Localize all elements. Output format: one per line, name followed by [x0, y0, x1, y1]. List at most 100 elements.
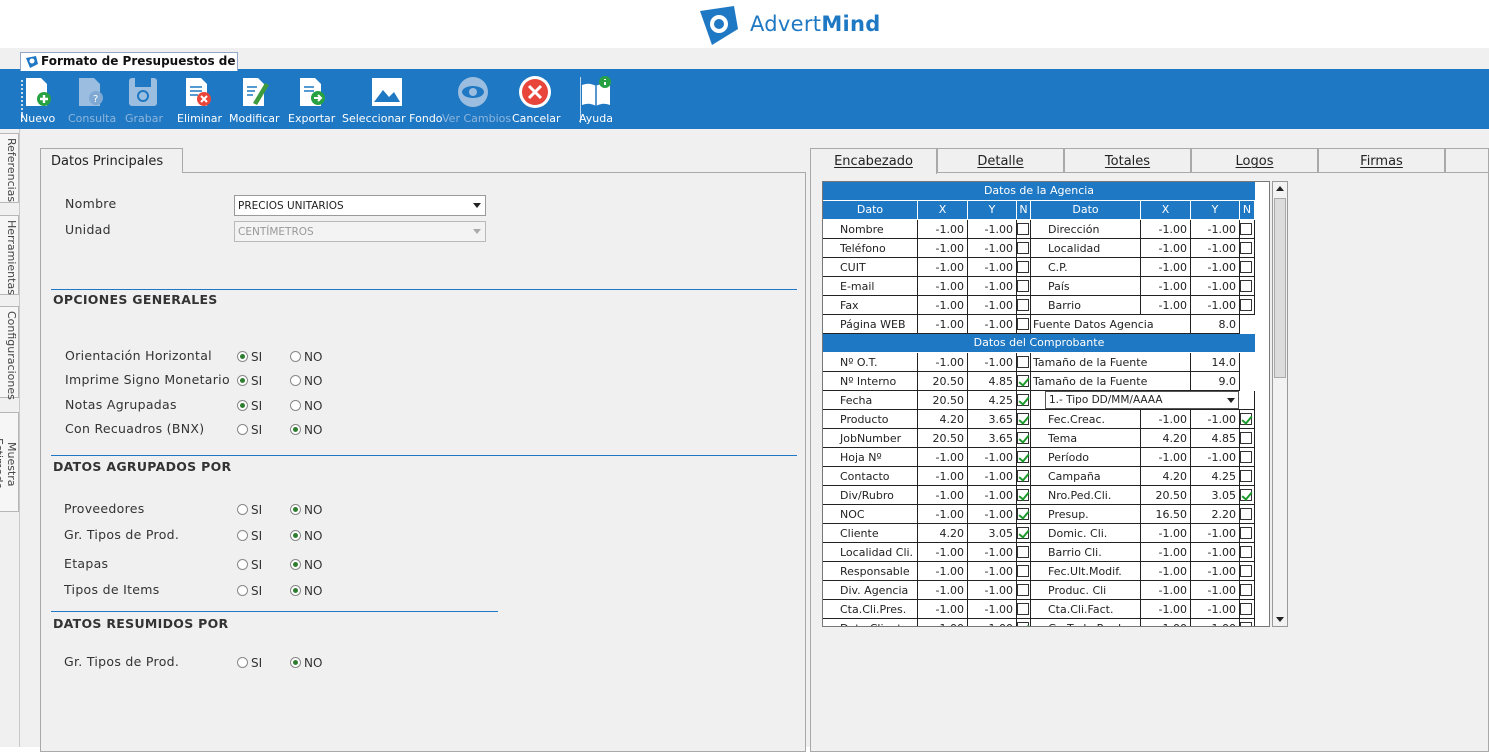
cell-y[interactable]: -1.00 [1191, 448, 1240, 467]
eliminar-button[interactable]: Eliminar [177, 75, 222, 127]
modificar-button[interactable]: Modificar [229, 75, 280, 127]
tab-detalle[interactable]: Detalle [937, 148, 1064, 173]
grid-column-header[interactable]: N [1240, 201, 1255, 219]
cell-x[interactable]: -1.00 [918, 448, 968, 467]
cell-x[interactable]: -1.00 [1141, 448, 1191, 467]
seleccionar-fondo-button[interactable]: Seleccionar Fondo [342, 75, 443, 127]
n-checkbox[interactable] [1017, 242, 1029, 254]
tab-encabezado[interactable]: Encabezado [810, 148, 937, 174]
cell-y[interactable]: 2.20 [1191, 505, 1240, 524]
side-tab-referencias[interactable]: Referencias [0, 133, 19, 203]
radio-no[interactable]: NO [290, 503, 322, 517]
cell-y[interactable]: -1.00 [1191, 220, 1240, 239]
tamano-fuente-value[interactable]: 9.0 [1191, 372, 1240, 391]
cell-y[interactable]: -1.00 [1191, 581, 1240, 600]
grabar-button[interactable]: Grabar [125, 75, 163, 127]
radio-si[interactable]: SI [237, 503, 262, 517]
cell-y[interactable]: 3.05 [968, 524, 1017, 543]
radio-no[interactable]: NO [290, 399, 322, 413]
n-checkbox[interactable] [1017, 413, 1029, 425]
cell-y[interactable]: -1.00 [968, 467, 1017, 486]
cell-y[interactable]: -1.00 [1191, 543, 1240, 562]
n-checkbox[interactable] [1240, 223, 1252, 235]
radio-no[interactable]: NO [290, 529, 322, 543]
cell-x[interactable]: -1.00 [918, 600, 968, 619]
grid-scrollbar[interactable] [1272, 181, 1288, 627]
cell-x[interactable]: -1.00 [1141, 410, 1191, 429]
cell-y[interactable]: 3.65 [968, 410, 1017, 429]
radio-no[interactable]: NO [290, 423, 322, 437]
cell-y[interactable]: -1.00 [1191, 239, 1240, 258]
cell-x[interactable]: -1.00 [918, 239, 968, 258]
cell-x[interactable]: 20.50 [918, 372, 968, 391]
n-checkbox[interactable] [1017, 432, 1029, 444]
grid-column-header[interactable]: N [1017, 201, 1031, 219]
cell-x[interactable]: -1.00 [918, 220, 968, 239]
radio-no[interactable]: NO [290, 656, 322, 670]
cell-y[interactable]: -1.00 [968, 448, 1017, 467]
n-checkbox[interactable] [1240, 565, 1252, 577]
n-checkbox[interactable] [1017, 318, 1029, 330]
cell-y[interactable]: -1.00 [968, 486, 1017, 505]
cell-y[interactable]: -1.00 [1191, 277, 1240, 296]
scroll-thumb[interactable] [1274, 198, 1286, 378]
n-checkbox[interactable] [1017, 546, 1029, 558]
cell-y[interactable]: 4.25 [968, 391, 1017, 410]
radio-si[interactable]: SI [237, 529, 262, 543]
tab-totales[interactable]: Totales [1064, 148, 1191, 173]
scroll-up-icon[interactable] [1276, 186, 1284, 191]
radio-si[interactable]: SI [237, 399, 262, 413]
cell-x[interactable]: -1.00 [1141, 524, 1191, 543]
side-tab-configuraciones[interactable]: Configuraciones [0, 306, 19, 400]
cell-y[interactable]: -1.00 [1191, 296, 1240, 315]
cell-x[interactable]: 16.50 [1141, 505, 1191, 524]
tab-overflow[interactable] [1445, 148, 1489, 173]
fuente-datos-agencia-value[interactable]: 8.0 [1191, 315, 1240, 334]
n-checkbox[interactable] [1017, 489, 1029, 501]
cell-x[interactable]: -1.00 [1141, 619, 1191, 626]
nuevo-button[interactable]: Nuevo [20, 75, 55, 127]
cell-y[interactable]: -1.00 [1191, 524, 1240, 543]
n-checkbox[interactable] [1017, 280, 1029, 292]
tab-logos[interactable]: Logos [1191, 148, 1318, 173]
n-checkbox[interactable] [1017, 527, 1029, 539]
grid-column-header[interactable]: Dato [823, 201, 918, 219]
n-checkbox[interactable] [1240, 489, 1252, 501]
radio-si[interactable]: SI [237, 656, 262, 670]
radio-si[interactable]: SI [237, 584, 262, 598]
cell-x[interactable]: -1.00 [918, 505, 968, 524]
tab-datos-principales[interactable]: Datos Principales [40, 148, 183, 173]
radio-si[interactable]: SI [237, 374, 262, 388]
cell-y[interactable]: -1.00 [968, 315, 1017, 334]
n-checkbox[interactable] [1240, 603, 1252, 615]
cell-x[interactable]: -1.00 [918, 315, 968, 334]
n-checkbox[interactable] [1240, 261, 1252, 273]
cell-x[interactable]: 4.20 [918, 524, 968, 543]
side-tab-muestra-estimado[interactable]: Muestra Estimado [0, 412, 19, 512]
cell-x[interactable]: 20.50 [918, 429, 968, 448]
cell-x[interactable]: 20.50 [1141, 486, 1191, 505]
cell-x[interactable]: -1.00 [1141, 562, 1191, 581]
cell-x[interactable]: -1.00 [918, 486, 968, 505]
cell-y[interactable]: -1.00 [968, 600, 1017, 619]
n-checkbox[interactable] [1017, 261, 1029, 273]
tamano-fuente-value[interactable]: 14.0 [1191, 353, 1240, 372]
n-checkbox[interactable] [1240, 508, 1252, 520]
radio-no[interactable]: NO [290, 584, 322, 598]
n-checkbox[interactable] [1017, 223, 1029, 235]
scroll-down-icon[interactable] [1276, 617, 1284, 622]
cell-y[interactable]: 3.65 [968, 429, 1017, 448]
cell-y[interactable]: 4.85 [968, 372, 1017, 391]
cell-x[interactable]: -1.00 [918, 619, 968, 626]
cell-x[interactable]: -1.00 [1141, 600, 1191, 619]
radio-no[interactable]: NO [290, 350, 322, 364]
cell-x[interactable]: -1.00 [918, 296, 968, 315]
cell-x[interactable]: -1.00 [1141, 220, 1191, 239]
n-checkbox[interactable] [1240, 280, 1252, 292]
cell-x[interactable]: -1.00 [918, 543, 968, 562]
cell-x[interactable]: 4.20 [918, 410, 968, 429]
n-checkbox[interactable] [1017, 565, 1029, 577]
exportar-button[interactable]: Exportar [288, 75, 335, 127]
window-tab[interactable]: Formato de Presupuestos de Pro... [20, 52, 238, 71]
cell-y[interactable]: 4.85 [1191, 429, 1240, 448]
